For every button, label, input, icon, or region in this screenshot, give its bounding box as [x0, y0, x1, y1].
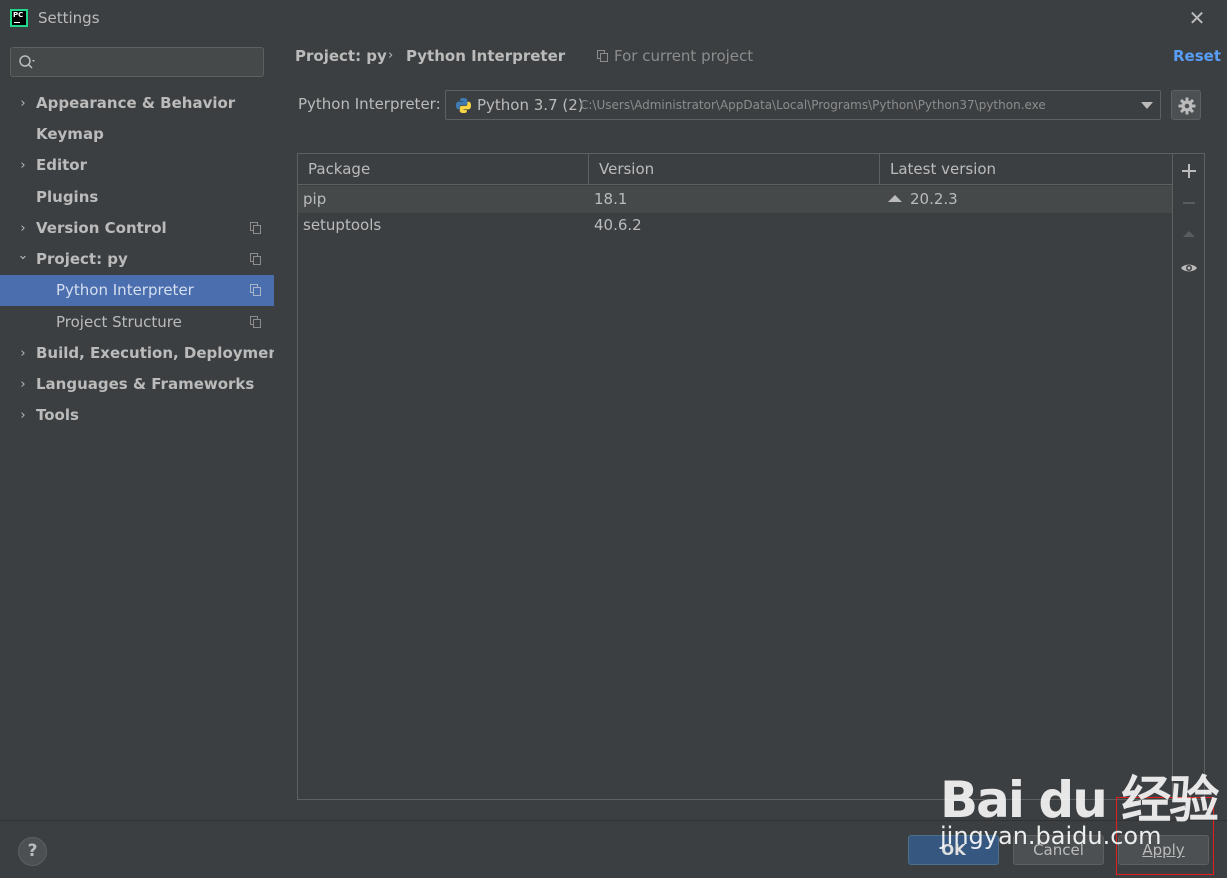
help-button[interactable]: ?	[18, 837, 47, 866]
sidebar-item-languages-frameworks[interactable]: › Languages & Frameworks	[0, 369, 274, 400]
interpreter-select[interactable]: Python 3.7 (2) C:\Users\Administrator\Ap…	[445, 90, 1161, 120]
project-scope-icon	[597, 50, 608, 62]
interpreter-path: C:\Users\Administrator\AppData\Local\Pro…	[580, 98, 1046, 112]
title-bar: PC Settings ✕	[0, 0, 1227, 36]
sidebar-item-label: Plugins	[36, 188, 99, 206]
project-scope-icon	[250, 284, 261, 296]
chevron-down-icon[interactable]	[1141, 102, 1153, 109]
chevron-down-icon[interactable]: ⌄	[16, 240, 30, 271]
eye-icon[interactable]	[1175, 254, 1203, 282]
interpreter-label: Python Interpreter:	[298, 95, 441, 113]
upgrade-icon[interactable]	[1175, 221, 1203, 249]
python-logo-icon	[456, 98, 471, 113]
dialog-footer: ? OK Cancel Apply	[0, 820, 1227, 878]
sidebar-item-label: Project Structure	[56, 313, 182, 331]
chevron-right-icon[interactable]: ›	[16, 150, 30, 181]
sidebar-item-label: Python Interpreter	[56, 281, 194, 299]
packages-table: Package Version Latest version pip 18.1 …	[297, 153, 1173, 800]
packages-toolbar	[1173, 153, 1205, 800]
breadcrumb-separator: ›	[388, 48, 394, 63]
window-title: Settings	[38, 9, 100, 27]
column-header-package[interactable]: Package	[298, 154, 589, 185]
chevron-right-icon[interactable]: ›	[16, 88, 30, 119]
settings-sidebar: › Appearance & Behavior Keymap › Editor …	[0, 36, 286, 820]
sidebar-item-tools[interactable]: › Tools	[0, 400, 274, 431]
chevron-right-icon[interactable]: ›	[16, 369, 30, 400]
sidebar-item-label: Tools	[36, 406, 79, 424]
chevron-right-icon[interactable]: ›	[16, 338, 30, 369]
sidebar-item-python-interpreter[interactable]: Python Interpreter	[0, 275, 274, 306]
page-title: Python Interpreter	[406, 47, 566, 65]
table-row[interactable]: setuptools 40.6.2	[298, 212, 1172, 239]
package-name: setuptools	[303, 216, 382, 234]
scope-label: For current project	[614, 47, 754, 65]
close-icon[interactable]: ✕	[1186, 8, 1208, 28]
sidebar-item-project[interactable]: ⌄ Project: py	[0, 244, 274, 275]
interpreter-settings-button[interactable]	[1171, 90, 1201, 120]
sidebar-item-label: Languages & Frameworks	[36, 375, 255, 393]
sidebar-item-project-structure[interactable]: Project Structure	[0, 307, 274, 338]
minus-icon[interactable]	[1175, 189, 1203, 217]
sidebar-item-label: Project: py	[36, 250, 128, 268]
pycharm-logo-icon: PC	[10, 9, 28, 27]
sidebar-item-appearance-behavior[interactable]: › Appearance & Behavior	[0, 88, 274, 119]
sidebar-item-label: Editor	[36, 156, 87, 174]
table-header: Package Version Latest version	[298, 154, 1172, 185]
settings-content: Project: py › Python Interpreter For cur…	[274, 36, 1227, 820]
sidebar-item-label: Version Control	[36, 219, 167, 237]
table-row[interactable]: pip 18.1 20.2.3	[298, 186, 1172, 213]
package-name: pip	[303, 190, 327, 208]
sidebar-item-label: Appearance & Behavior	[36, 94, 236, 112]
breadcrumb-project[interactable]: Project: py	[295, 46, 387, 66]
sidebar-item-editor[interactable]: › Editor	[0, 150, 274, 181]
project-scope-icon	[250, 222, 261, 234]
interpreter-name: Python 3.7 (2)	[477, 96, 584, 114]
upgrade-available-icon	[888, 195, 902, 202]
sidebar-item-build-execution-deployment[interactable]: › Build, Execution, Deployment	[0, 338, 286, 369]
project-scope-icon	[250, 253, 261, 265]
sidebar-item-keymap[interactable]: Keymap	[0, 119, 274, 150]
search-icon	[19, 55, 35, 69]
chevron-right-icon[interactable]: ›	[16, 400, 30, 431]
sidebar-item-label: Build, Execution, Deployment	[36, 344, 287, 362]
sidebar-item-label: Keymap	[36, 125, 104, 143]
project-scope-icon	[250, 316, 261, 328]
gear-icon	[1178, 97, 1196, 115]
plus-icon[interactable]	[1175, 157, 1203, 185]
column-header-version[interactable]: Version	[589, 154, 880, 185]
column-header-latest-version[interactable]: Latest version	[880, 154, 1172, 185]
package-version: 18.1	[594, 190, 628, 208]
apply-button[interactable]: Apply	[1118, 835, 1209, 865]
package-version: 40.6.2	[594, 216, 642, 234]
sidebar-item-version-control[interactable]: › Version Control	[0, 213, 274, 244]
settings-search-input[interactable]	[10, 47, 264, 77]
sidebar-item-plugins[interactable]: Plugins	[0, 182, 274, 213]
cancel-button[interactable]: Cancel	[1013, 835, 1104, 865]
ok-button[interactable]: OK	[908, 835, 999, 865]
reset-link[interactable]: Reset	[1173, 46, 1221, 66]
package-latest-version: 20.2.3	[910, 190, 958, 208]
